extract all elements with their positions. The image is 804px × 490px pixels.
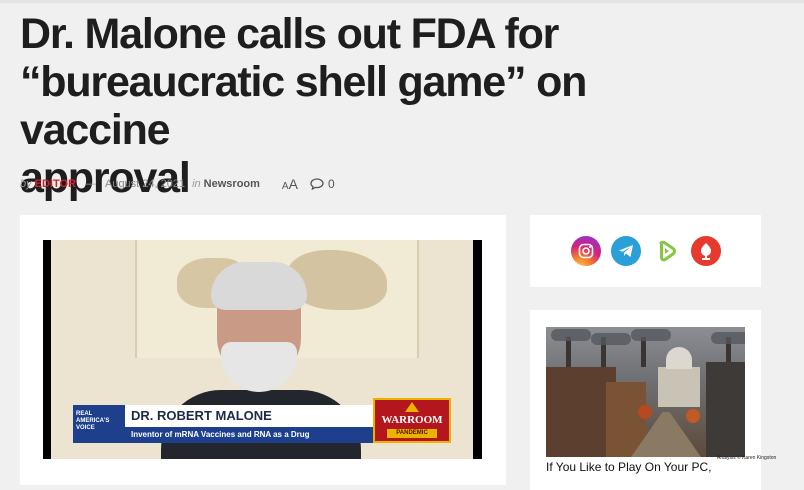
font-size-toggle[interactable]: AA xyxy=(282,176,298,192)
comment-icon xyxy=(310,178,324,190)
top-border xyxy=(0,0,804,3)
in-label: in xyxy=(192,178,201,190)
guest-description: Inventor of mRNA Vaccines and RNA as a D… xyxy=(125,427,373,443)
guest-hair xyxy=(211,262,307,310)
social-links-card xyxy=(530,215,761,287)
publish-date: August 24, 2021 xyxy=(104,178,186,190)
channel-logo: REAL AMERICA'S VOICE xyxy=(73,405,125,443)
by-label: by xyxy=(20,178,32,190)
sidebar-promo-card[interactable]: If You Like to Play On Your PC, xyxy=(530,310,761,490)
instagram-icon[interactable] xyxy=(570,236,601,266)
promo-title[interactable]: If You Like to Play On Your PC, xyxy=(546,460,751,475)
show-name: WARROOM xyxy=(381,414,443,426)
featured-video[interactable]: REAL AMERICA'S VOICE DR. ROBERT MALONE I… xyxy=(43,240,482,459)
guest-name: DR. ROBERT MALONE xyxy=(131,408,272,423)
promo-image[interactable] xyxy=(546,327,745,457)
watermark: Analysis © Karen Kingston xyxy=(717,455,777,461)
show-logo: WARROOM PANDEMIC xyxy=(373,398,451,443)
author-link[interactable]: EDITOR xyxy=(35,178,76,190)
featured-media-card: REAL AMERICA'S VOICE DR. ROBERT MALONE I… xyxy=(20,215,506,485)
social-icons xyxy=(530,236,761,266)
show-subtitle: PANDEMIC xyxy=(387,429,437,438)
gettr-icon[interactable] xyxy=(690,236,721,266)
lower-third-banner: REAL AMERICA'S VOICE DR. ROBERT MALONE I… xyxy=(73,405,373,443)
font-size-large: A xyxy=(288,176,298,192)
meta-separator: — xyxy=(84,178,96,190)
article-title: Dr. Malone calls out FDA for “bureaucrat… xyxy=(20,10,740,202)
category-link[interactable]: Newsroom xyxy=(204,178,260,190)
comments-link[interactable]: 0 xyxy=(310,177,335,191)
font-size-small: A xyxy=(281,181,289,192)
telegram-icon[interactable] xyxy=(610,236,641,266)
article-meta: by EDITOR — August 24, 2021 in Newsroom … xyxy=(20,176,335,192)
title-line-1: Dr. Malone calls out FDA for xyxy=(20,10,559,58)
title-line-2: “bureaucratic shell game” on vaccine xyxy=(20,58,587,154)
flag-icon xyxy=(405,402,419,412)
comment-count: 0 xyxy=(327,177,335,191)
rumble-icon[interactable] xyxy=(650,236,681,266)
